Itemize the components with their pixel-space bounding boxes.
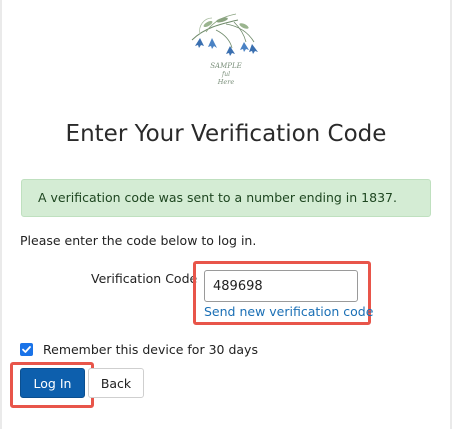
remember-device-checkbox[interactable] [20,343,33,356]
instruction-text: Please enter the code below to log in. [20,233,257,248]
send-new-code-link[interactable]: Send new verification code [204,304,373,319]
logo-text-line-3: Here [217,78,235,86]
page-title: Enter Your Verification Code [65,121,387,147]
remember-device-label: Remember this device for 30 days [43,342,258,357]
verification-code-label: Verification Code [91,271,198,286]
page-left-border [0,0,2,429]
verification-code-input[interactable] [204,270,358,302]
log-in-button[interactable]: Log In [20,368,85,398]
checkmark-icon [22,346,31,353]
alert-message: A verification code was sent to a number… [38,190,397,205]
success-alert: A verification code was sent to a number… [21,179,431,217]
back-button[interactable]: Back [88,368,144,398]
logo-text-line-2: ful [221,71,230,78]
bluebell-flowers-logo: SAMPLE ful Here [191,13,258,86]
remember-device-row[interactable]: Remember this device for 30 days [20,342,258,357]
logo-text-line-1: SAMPLE [210,62,242,70]
